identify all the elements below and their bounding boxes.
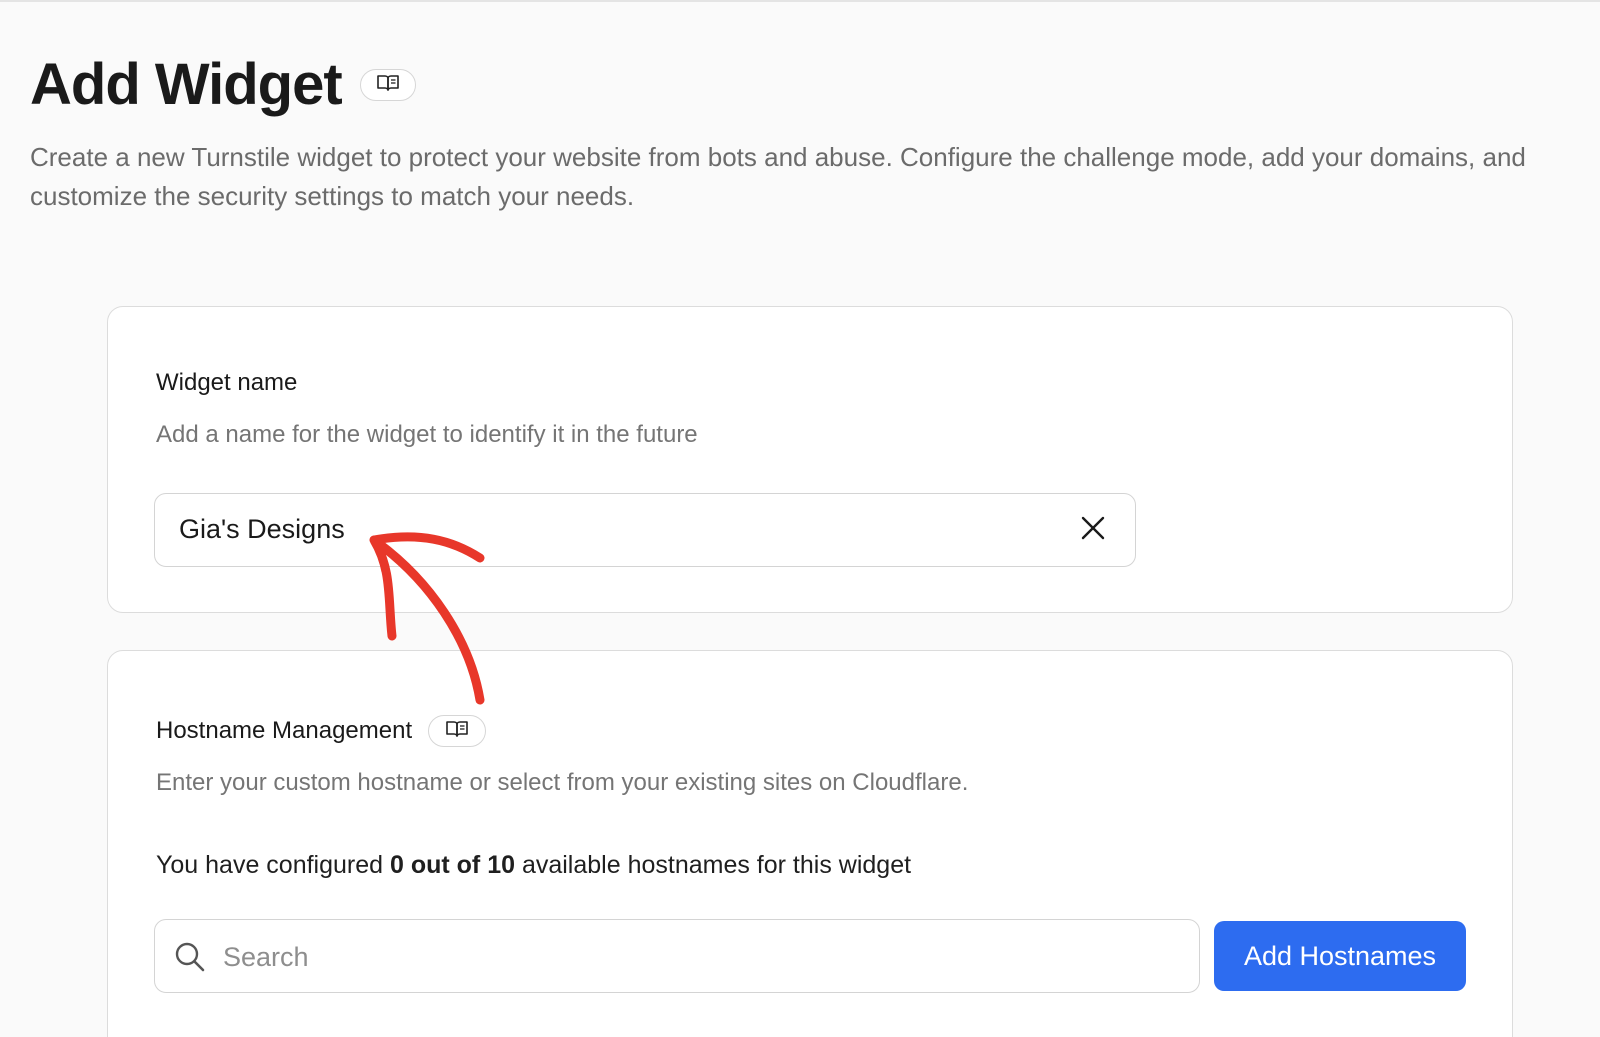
hostname-docs-link[interactable] [428, 715, 487, 747]
widget-name-value: Gia's Designs [179, 514, 345, 544]
title-row: Add Widget [30, 50, 1550, 120]
search-icon [173, 940, 207, 974]
hostname-help: Enter your custom hostname or select fro… [156, 769, 969, 796]
docs-link[interactable] [359, 69, 416, 101]
book-icon [445, 719, 469, 744]
close-icon [1080, 515, 1106, 546]
top-divider [0, 0, 1600, 2]
count-value: 0 out of 10 [389, 851, 515, 879]
add-hostnames-button[interactable]: Add Hostnames [1214, 921, 1466, 991]
page-header: Add Widget Create a new Turnstile widget… [30, 50, 1550, 216]
hostname-management-label: Hostname Management [156, 717, 413, 744]
count-prefix: You have configured [156, 851, 390, 879]
page-title: Add Widget [30, 52, 343, 117]
widget-name-help: Add a name for the widget to identify it… [156, 421, 698, 448]
search-input[interactable] [221, 934, 1165, 980]
count-suffix: available hostnames for this widget [515, 851, 912, 879]
clear-button[interactable] [1077, 514, 1109, 546]
widget-name-card: Widget name Add a name for the widget to… [107, 306, 1513, 613]
page-description: Create a new Turnstile widget to protect… [30, 142, 1526, 211]
hostname-search-field[interactable] [154, 919, 1200, 993]
hostname-count-text: You have configured 0 out of 10 availabl… [156, 851, 911, 880]
widget-name-label: Widget name [156, 369, 298, 396]
widget-name-field[interactable]: Gia's Designs [154, 493, 1136, 567]
book-icon [376, 73, 400, 98]
hostname-title-row: Hostname Management [156, 715, 487, 747]
hostname-management-card: Hostname Management Enter your custom ho… [107, 650, 1513, 1037]
